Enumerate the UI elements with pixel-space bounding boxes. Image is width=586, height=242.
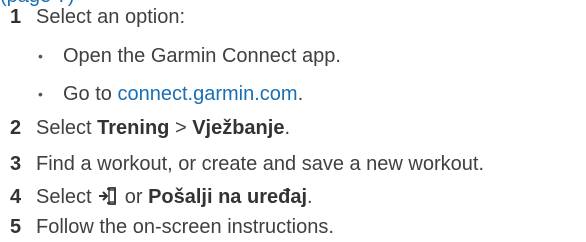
bullet-marker: • xyxy=(38,86,43,102)
step-or: or xyxy=(119,185,149,208)
step-text: Select Trening > Vježbanje. xyxy=(36,117,290,140)
step-prefix: Select xyxy=(36,116,98,139)
option-suffix: . xyxy=(297,82,304,105)
step-suffix: . xyxy=(284,116,291,139)
step-number: 3 xyxy=(10,152,22,175)
menu-separator: > xyxy=(169,116,193,139)
step-number: 5 xyxy=(10,215,22,238)
step-text: Select an option: xyxy=(36,5,185,28)
menu-vjezbanje: Vježbanje xyxy=(192,116,285,139)
step-text: Find a workout, or create and save a new… xyxy=(36,152,485,175)
step-suffix: . xyxy=(307,185,313,208)
garmin-connect-link[interactable]: connect.garmin.com xyxy=(117,83,297,105)
bullet-marker: • xyxy=(38,48,43,64)
step-prefix: Select xyxy=(36,185,98,208)
step-number: 2 xyxy=(10,116,22,139)
option-text: Go to connect.garmin.com. xyxy=(63,83,303,106)
send-to-device-label: Pošalji na uređaj xyxy=(148,185,308,208)
step-text: Follow the on-screen instructions. xyxy=(36,215,334,238)
step-number: 4 xyxy=(10,185,22,208)
menu-trening: Trening xyxy=(97,116,170,139)
step-number: 1 xyxy=(10,5,22,28)
send-to-device-icon xyxy=(99,186,117,205)
step-text: Select or Pošalji na uređaj. xyxy=(36,186,313,209)
option-prefix: Go to xyxy=(63,82,118,105)
option-text: Open the Garmin Connect app. xyxy=(63,44,341,67)
